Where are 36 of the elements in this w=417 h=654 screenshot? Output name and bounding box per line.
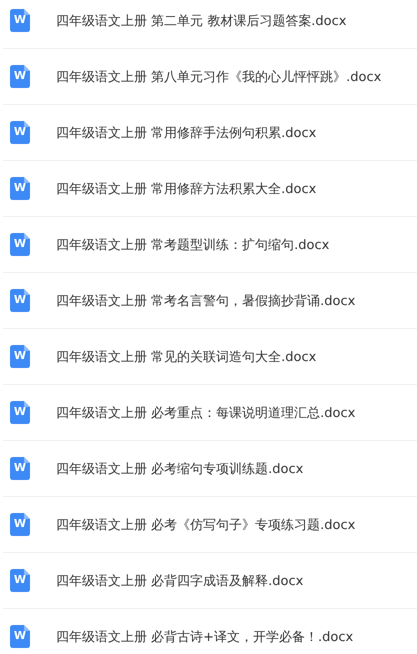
file-row[interactable]: W 四年级语文上册 第二单元 教材课后习题答案.docx <box>3 0 417 49</box>
file-row[interactable]: W 四年级语文上册 必考《仿写句子》专项练习题.docx <box>3 497 417 553</box>
file-name: 四年级语文上册 必背四字成语及解释.docx <box>56 572 304 590</box>
document-icon: W <box>10 457 30 480</box>
file-name: 四年级语文上册 必背古诗+译文，开学必备！.docx <box>56 628 354 646</box>
file-name: 四年级语文上册 常用修辞方法积累大全.docx <box>56 180 316 198</box>
document-icon: W <box>10 177 30 200</box>
document-icon: W <box>10 513 30 536</box>
file-name: 四年级语文上册 常见的关联词造句大全.docx <box>56 348 316 366</box>
document-icon: W <box>10 9 30 32</box>
file-row[interactable]: W 四年级语文上册 常考题型训练：扩句缩句.docx <box>3 217 417 273</box>
file-name: 四年级语文上册 常考题型训练：扩句缩句.docx <box>56 236 330 254</box>
file-row[interactable]: W 四年级语文上册 必考重点：每课说明道理汇总.docx <box>3 385 417 441</box>
file-name: 四年级语文上册 必考《仿写句子》专项练习题.docx <box>56 516 356 534</box>
file-row[interactable]: W 四年级语文上册 第八单元习作《我的心儿怦怦跳》.docx <box>3 49 417 105</box>
file-row[interactable]: W 四年级语文上册 常用修辞方法积累大全.docx <box>3 161 417 217</box>
file-row[interactable]: W 四年级语文上册 常见的关联词造句大全.docx <box>3 329 417 385</box>
file-name: 四年级语文上册 必考重点：每课说明道理汇总.docx <box>56 404 356 422</box>
file-name: 四年级语文上册 必考缩句专项训练题.docx <box>56 460 304 478</box>
document-icon: W <box>10 345 30 368</box>
file-name: 四年级语文上册 第二单元 教材课后习题答案.docx <box>56 12 346 30</box>
file-name: 四年级语文上册 常用修辞手法例句积累.docx <box>56 124 316 142</box>
file-name: 四年级语文上册 常考名言警句，暑假摘抄背诵.docx <box>56 292 356 310</box>
file-name: 四年级语文上册 第八单元习作《我的心儿怦怦跳》.docx <box>56 68 382 86</box>
document-icon: W <box>10 289 30 312</box>
document-icon: W <box>10 233 30 256</box>
document-icon: W <box>10 569 30 592</box>
file-row[interactable]: W 四年级语文上册 常考名言警句，暑假摘抄背诵.docx <box>3 273 417 329</box>
file-row[interactable]: W 四年级语文上册 必背四字成语及解释.docx <box>3 553 417 609</box>
file-row[interactable]: W 四年级语文上册 常用修辞手法例句积累.docx <box>3 105 417 161</box>
file-row[interactable]: W 四年级语文上册 必背古诗+译文，开学必备！.docx <box>3 609 417 654</box>
document-icon: W <box>10 65 30 88</box>
document-icon: W <box>10 121 30 144</box>
document-icon: W <box>10 625 30 648</box>
file-row[interactable]: W 四年级语文上册 必考缩句专项训练题.docx <box>3 441 417 497</box>
document-icon: W <box>10 401 30 424</box>
